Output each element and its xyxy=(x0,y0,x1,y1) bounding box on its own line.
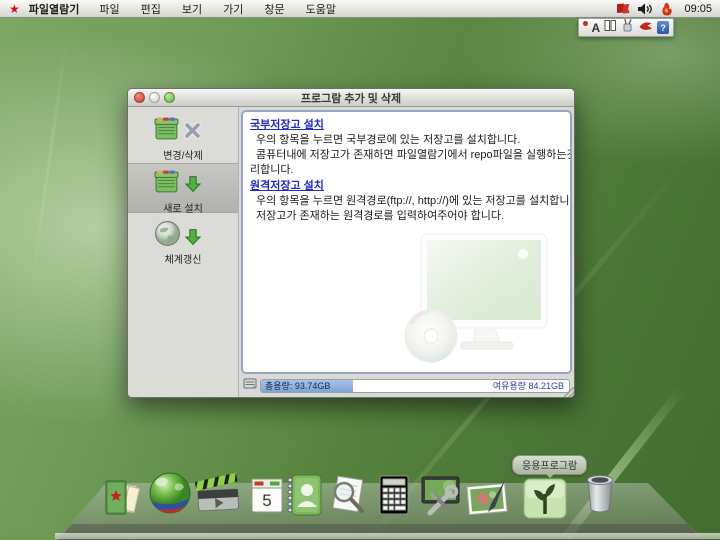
menu-app-name[interactable]: 파일열람기 xyxy=(29,1,80,17)
download-arrow-icon xyxy=(184,228,202,251)
pen-cup-icon[interactable] xyxy=(621,18,634,37)
content-text: 콤퓨터내에 저장고가 존재하면 파일열람기에서 repo파일을 실행하는것이 편 xyxy=(250,148,563,163)
sidebar-item-new-install[interactable]: 새로 설치 xyxy=(128,163,238,213)
package-icon xyxy=(154,169,181,199)
dock-icon-file-manager[interactable] xyxy=(100,474,146,520)
content-text: 우의 항목을 누르면 원격경로(ftp://, http://)에 있는 저장고… xyxy=(250,194,563,209)
package-icon xyxy=(154,116,181,146)
content-panel: 국부저장고 설치 우의 항목을 누르면 국부경로에 있는 저장고를 설치합니다.… xyxy=(241,110,572,374)
menu-help[interactable]: 도움말 xyxy=(306,1,336,17)
content-text: 우의 항목을 누르면 국부경로에 있는 저장고를 설치합니다. xyxy=(250,133,563,148)
help-icon[interactable]: ? xyxy=(657,21,669,34)
sidebar-label: 변경/삭제 xyxy=(128,147,238,162)
window-resize-grip[interactable] xyxy=(564,387,574,397)
menu-bar: ★ 파일열람기 파일 편집 보기 가기 창문 도움말 09:05 xyxy=(0,0,720,18)
menu-file[interactable]: 파일 xyxy=(99,1,119,17)
capacity-free-label: 여유용량 84.21GB xyxy=(493,380,564,392)
hard-disk-icon xyxy=(243,377,257,395)
dock-icon-image-editor[interactable] xyxy=(463,476,513,522)
local-repo-install-link[interactable]: 국부저장고 설치 xyxy=(250,117,563,133)
sidebar-label: 체계갱신 xyxy=(128,251,238,266)
status-bar: 총용량: 93.74GB 여유용량 84.21GB xyxy=(243,377,570,394)
dock-icon-web-browser[interactable] xyxy=(146,470,194,518)
content-text: 저장고가 존재하는 원격경로를 입력하여주어야 합니다. xyxy=(250,209,563,224)
clock: 09:05 xyxy=(684,3,712,15)
menu-view[interactable]: 보기 xyxy=(182,1,202,17)
calendar-day: 5 xyxy=(262,491,271,510)
sidebar-label: 새로 설치 xyxy=(128,200,238,215)
light-streak xyxy=(30,31,69,289)
menu-window[interactable]: 창문 xyxy=(264,1,284,17)
dock-icon-system-tools[interactable] xyxy=(416,470,466,520)
flag-icon[interactable] xyxy=(615,2,631,16)
sidebar-item-system-update[interactable]: 체계갱신 xyxy=(128,215,238,265)
red-stamp-icon[interactable] xyxy=(638,19,653,37)
window-sidebar: 변경/삭제 새로 설치 xyxy=(128,107,239,397)
window-main-pane: 국부저장고 설치 우의 항목을 누르면 국부경로에 있는 저장고를 설치합니다.… xyxy=(239,107,574,397)
sidebar-item-change-remove[interactable]: 변경/삭제 xyxy=(128,111,238,161)
dock-icon-applications[interactable] xyxy=(521,474,569,522)
dock-icon-media-player[interactable] xyxy=(193,472,243,520)
dock-icon-trash[interactable] xyxy=(578,468,622,516)
disk-capacity-bar: 총용량: 93.74GB 여유용량 84.21GB xyxy=(260,379,570,393)
speaker-icon[interactable] xyxy=(637,2,653,16)
capacity-total-label: 총용량: 93.74GB xyxy=(261,379,330,392)
content-text: 리합니다. xyxy=(250,163,563,178)
dock-icon-document-viewer[interactable] xyxy=(324,472,372,520)
menu-go[interactable]: 가기 xyxy=(223,1,243,17)
add-remove-programs-window: 프로그람 추가 및 삭제 변경/삭제 xyxy=(127,88,575,398)
monitor-watermark-image xyxy=(383,228,563,374)
dock-tooltip: 응용프로그람 xyxy=(512,455,587,475)
window-titlebar[interactable]: 프로그람 추가 및 삭제 xyxy=(128,89,574,107)
download-arrow-icon xyxy=(184,175,202,198)
capacity-used-fill: 총용량: 93.74GB xyxy=(261,380,353,392)
dock-baseline xyxy=(55,533,720,539)
window-title: 프로그람 추가 및 삭제 xyxy=(128,90,574,106)
dock-icon-address-book[interactable] xyxy=(281,470,329,520)
menu-edit[interactable]: 편집 xyxy=(141,1,161,17)
flame-icon[interactable] xyxy=(659,2,675,16)
remote-repo-install-link[interactable]: 원격저장고 설치 xyxy=(250,178,563,194)
red-star-logo-icon[interactable]: ★ xyxy=(9,3,20,15)
globe-icon xyxy=(154,220,181,252)
remove-x-icon xyxy=(184,122,201,144)
text-tool-icon[interactable]: A xyxy=(592,22,601,34)
dock-icon-calculator[interactable] xyxy=(371,471,417,517)
columns-view-icon[interactable] xyxy=(604,19,617,37)
floating-toolbar: A ? xyxy=(578,18,674,37)
toolbar-close-icon[interactable] xyxy=(583,21,588,26)
